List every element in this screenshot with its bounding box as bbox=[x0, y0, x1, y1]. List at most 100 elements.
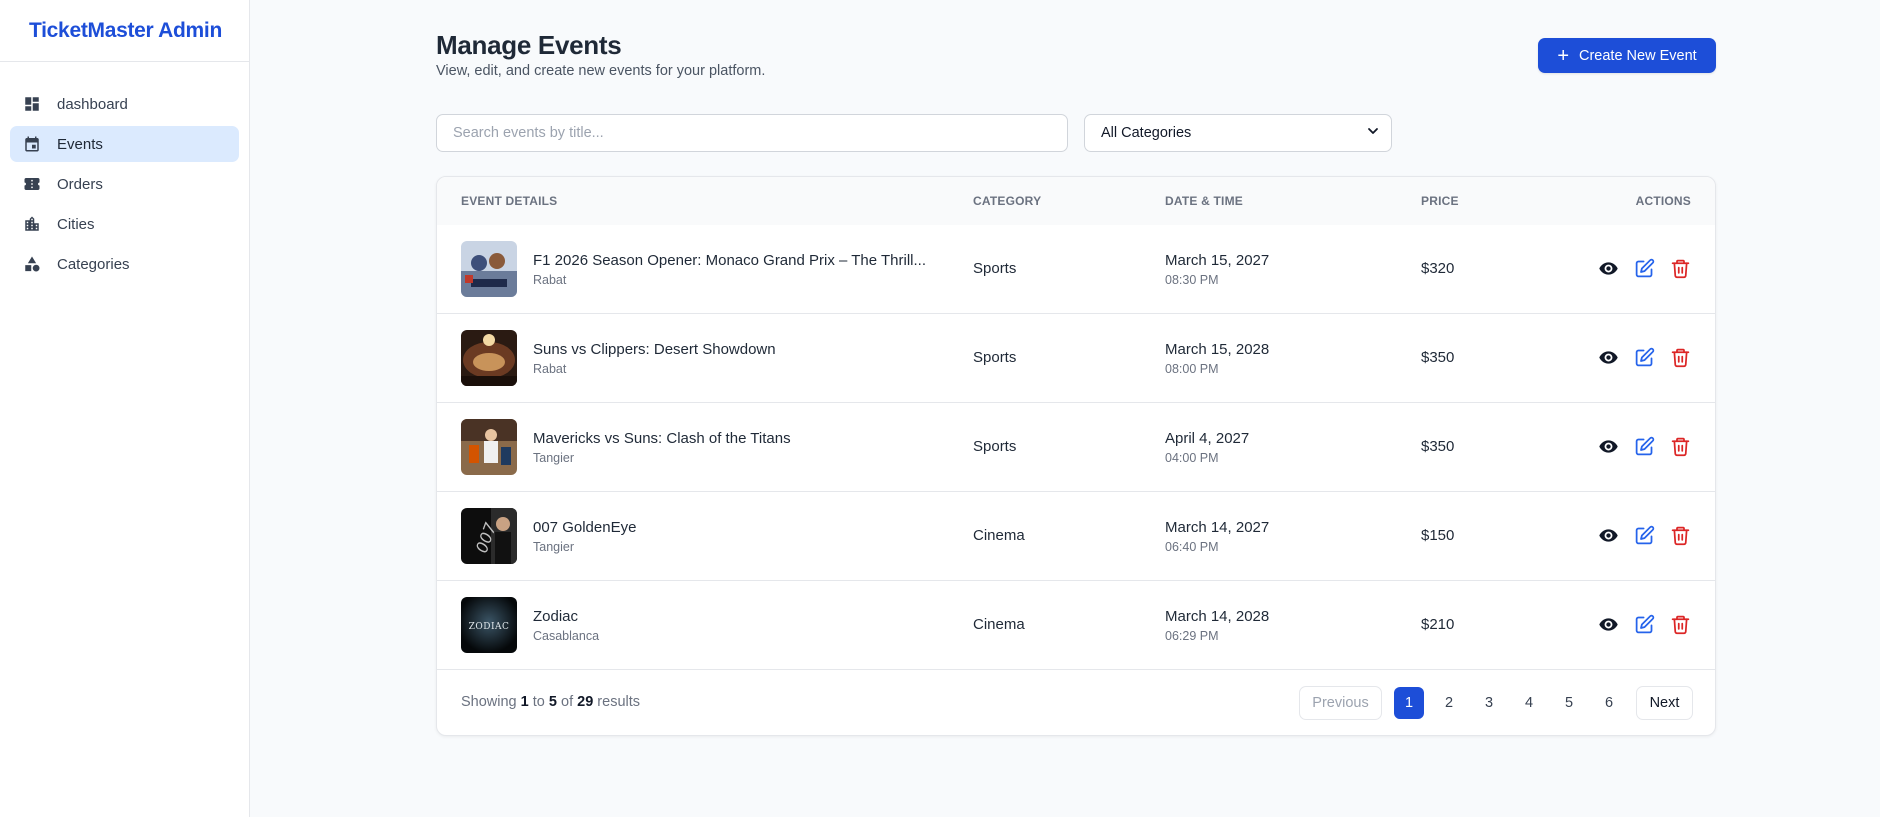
row-actions bbox=[1598, 525, 1691, 546]
category-select[interactable]: All Categories bbox=[1084, 114, 1392, 152]
sidebar-item-label: Events bbox=[57, 135, 103, 153]
sidebar-nav: dashboard Events Orders Cities Categorie… bbox=[0, 62, 249, 282]
delete-icon[interactable] bbox=[1670, 614, 1691, 635]
view-icon[interactable] bbox=[1598, 347, 1619, 368]
category-select-value: All Categories bbox=[1101, 125, 1192, 141]
edit-icon[interactable] bbox=[1634, 347, 1655, 368]
event-price: $210 bbox=[1421, 616, 1455, 633]
row-actions bbox=[1598, 258, 1691, 279]
table-row: Mavericks vs Suns: Clash of the Titans T… bbox=[437, 403, 1715, 492]
sidebar-item-cities[interactable]: Cities bbox=[10, 206, 239, 242]
event-time: 06:40 PM bbox=[1165, 540, 1219, 554]
event-price: $150 bbox=[1421, 527, 1455, 544]
create-new-event-button[interactable]: + Create New Event bbox=[1538, 38, 1716, 73]
page-title: Manage Events bbox=[436, 30, 622, 60]
sidebar: TicketMaster Admin dashboard Events Orde… bbox=[0, 0, 250, 817]
event-thumbnail bbox=[461, 241, 517, 297]
event-city: Tangier bbox=[533, 451, 574, 465]
dashboard-icon bbox=[23, 95, 41, 113]
event-city: Tangier bbox=[533, 540, 574, 554]
event-title[interactable]: Zodiac bbox=[533, 608, 578, 625]
delete-icon[interactable] bbox=[1670, 258, 1691, 279]
sidebar-item-events[interactable]: Events bbox=[10, 126, 239, 162]
next-page-button[interactable]: Next bbox=[1636, 686, 1693, 720]
edit-icon[interactable] bbox=[1634, 525, 1655, 546]
event-price: $350 bbox=[1421, 349, 1455, 366]
page-button-6[interactable]: 6 bbox=[1594, 687, 1624, 719]
results-to: 5 bbox=[548, 694, 557, 710]
column-header-actions: ACTIONS bbox=[1635, 194, 1691, 208]
results-suffix: results bbox=[597, 694, 641, 710]
results-total: 29 bbox=[577, 694, 594, 710]
page-subtitle: View, edit, and create new events for yo… bbox=[436, 63, 766, 79]
table-header: EVENT DETAILS CATEGORY DATE & TIME PRICE… bbox=[437, 177, 1715, 225]
delete-icon[interactable] bbox=[1670, 347, 1691, 368]
brand-logo[interactable]: TicketMaster Admin bbox=[0, 0, 249, 62]
page-button-2[interactable]: 2 bbox=[1434, 687, 1464, 719]
event-title[interactable]: 007 GoldenEye bbox=[533, 519, 636, 536]
event-title[interactable]: F1 2026 Season Opener: Monaco Grand Prix… bbox=[533, 252, 926, 269]
event-thumbnail: ZODIAC bbox=[461, 597, 517, 653]
event-category: Sports bbox=[973, 260, 1017, 277]
events-table: EVENT DETAILS CATEGORY DATE & TIME PRICE… bbox=[436, 176, 1716, 736]
results-of-word: of bbox=[561, 694, 574, 710]
event-category: Cinema bbox=[973, 616, 1025, 633]
event-title[interactable]: Mavericks vs Suns: Clash of the Titans bbox=[533, 430, 791, 447]
view-icon[interactable] bbox=[1598, 614, 1619, 635]
table-row: ZODIAC Zodiac Casablanca Cinema March 14… bbox=[437, 581, 1715, 670]
svg-text:ZODIAC: ZODIAC bbox=[469, 622, 510, 632]
edit-icon[interactable] bbox=[1634, 614, 1655, 635]
edit-icon[interactable] bbox=[1634, 436, 1655, 457]
delete-icon[interactable] bbox=[1670, 525, 1691, 546]
row-actions bbox=[1598, 614, 1691, 635]
table-footer: Showing 1 to 5 of 29 results Previous 1 … bbox=[437, 670, 1715, 735]
event-date: March 14, 2028 bbox=[1165, 608, 1270, 625]
ticket-icon bbox=[23, 175, 41, 193]
table-row: Suns vs Clippers: Desert Showdown Rabat … bbox=[437, 314, 1715, 403]
results-prefix: Showing bbox=[461, 694, 517, 710]
column-header-date: DATE & TIME bbox=[1165, 194, 1243, 208]
view-icon[interactable] bbox=[1598, 436, 1619, 457]
row-actions bbox=[1598, 347, 1691, 368]
sidebar-item-dashboard[interactable]: dashboard bbox=[10, 86, 239, 122]
event-date: April 4, 2027 bbox=[1165, 430, 1250, 447]
page-button-5[interactable]: 5 bbox=[1554, 687, 1584, 719]
event-date: March 15, 2028 bbox=[1165, 341, 1270, 358]
page-button-1[interactable]: 1 bbox=[1394, 687, 1424, 719]
view-icon[interactable] bbox=[1598, 258, 1619, 279]
view-icon[interactable] bbox=[1598, 525, 1619, 546]
page-button-4[interactable]: 4 bbox=[1514, 687, 1544, 719]
delete-icon[interactable] bbox=[1670, 436, 1691, 457]
event-date: March 14, 2027 bbox=[1165, 519, 1270, 536]
row-actions bbox=[1598, 436, 1691, 457]
sidebar-item-orders[interactable]: Orders bbox=[10, 166, 239, 202]
event-thumbnail: 007 bbox=[461, 508, 517, 564]
page-button-3[interactable]: 3 bbox=[1474, 687, 1504, 719]
city-icon bbox=[23, 215, 41, 233]
event-price: $320 bbox=[1421, 260, 1455, 277]
event-category: Cinema bbox=[973, 527, 1025, 544]
event-time: 08:30 PM bbox=[1165, 273, 1219, 287]
edit-icon[interactable] bbox=[1634, 258, 1655, 279]
column-header-category: CATEGORY bbox=[973, 194, 1042, 208]
sidebar-item-label: Cities bbox=[57, 215, 95, 233]
event-time: 04:00 PM bbox=[1165, 451, 1219, 465]
event-city: Rabat bbox=[533, 362, 567, 376]
column-header-price: PRICE bbox=[1421, 194, 1459, 208]
create-button-label: Create New Event bbox=[1579, 47, 1697, 64]
calendar-icon bbox=[23, 135, 41, 153]
sidebar-item-label: Orders bbox=[57, 175, 103, 193]
table-row: F1 2026 Season Opener: Monaco Grand Prix… bbox=[437, 225, 1715, 314]
event-category: Sports bbox=[973, 349, 1017, 366]
previous-page-button[interactable]: Previous bbox=[1299, 686, 1382, 720]
sidebar-item-categories[interactable]: Categories bbox=[10, 246, 239, 282]
event-title[interactable]: Suns vs Clippers: Desert Showdown bbox=[533, 341, 776, 358]
search-input[interactable] bbox=[436, 114, 1068, 152]
plus-icon: + bbox=[1557, 44, 1569, 67]
results-summary: Showing 1 to 5 of 29 results bbox=[461, 694, 640, 710]
results-from: 1 bbox=[520, 694, 529, 710]
sidebar-item-label: dashboard bbox=[57, 95, 128, 113]
event-category: Sports bbox=[973, 438, 1017, 455]
event-thumbnail bbox=[461, 330, 517, 386]
event-time: 08:00 PM bbox=[1165, 362, 1219, 376]
